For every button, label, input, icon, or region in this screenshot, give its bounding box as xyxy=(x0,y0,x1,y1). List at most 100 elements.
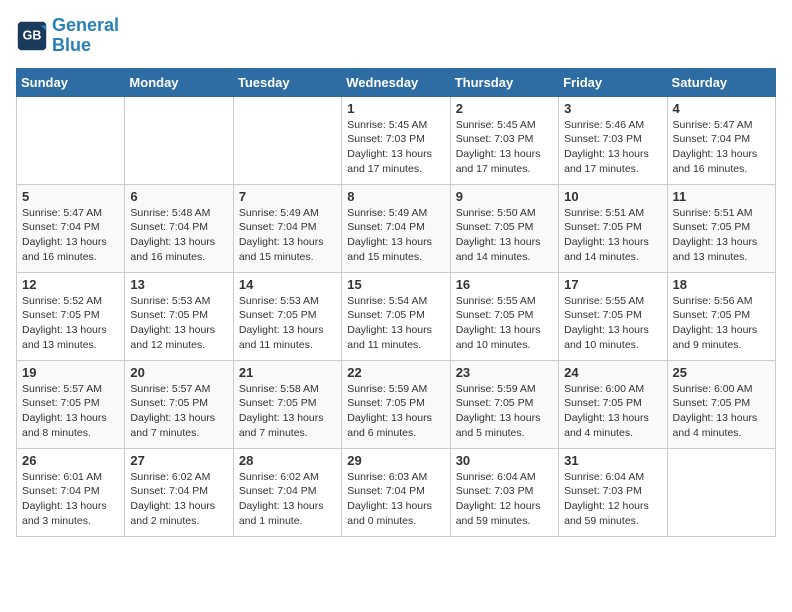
weekday-header: Sunday xyxy=(17,68,125,96)
day-info: Sunrise: 6:01 AMSunset: 7:04 PMDaylight:… xyxy=(22,470,119,529)
calendar-cell: 12 Sunrise: 5:52 AMSunset: 7:05 PMDayligh… xyxy=(17,272,125,360)
day-info: Sunrise: 5:47 AMSunset: 7:04 PMDaylight:… xyxy=(22,206,119,265)
day-number: 7 xyxy=(239,189,336,204)
calendar-cell: 9 Sunrise: 5:50 AMSunset: 7:05 PMDaylight… xyxy=(450,184,558,272)
day-info: Sunrise: 5:59 AMSunset: 7:05 PMDaylight:… xyxy=(456,382,553,441)
day-info: Sunrise: 5:55 AMSunset: 7:05 PMDaylight:… xyxy=(564,294,661,353)
svg-text:GB: GB xyxy=(23,28,42,42)
calendar-cell xyxy=(17,96,125,184)
day-number: 24 xyxy=(564,365,661,380)
day-number: 27 xyxy=(130,453,227,468)
day-number: 5 xyxy=(22,189,119,204)
day-info: Sunrise: 5:51 AMSunset: 7:05 PMDaylight:… xyxy=(673,206,770,265)
day-number: 9 xyxy=(456,189,553,204)
day-number: 6 xyxy=(130,189,227,204)
calendar-cell xyxy=(125,96,233,184)
calendar-cell: 23 Sunrise: 5:59 AMSunset: 7:05 PMDayligh… xyxy=(450,360,558,448)
day-info: Sunrise: 5:50 AMSunset: 7:05 PMDaylight:… xyxy=(456,206,553,265)
day-info: Sunrise: 5:48 AMSunset: 7:04 PMDaylight:… xyxy=(130,206,227,265)
day-info: Sunrise: 5:59 AMSunset: 7:05 PMDaylight:… xyxy=(347,382,444,441)
calendar-cell: 26Sunrise: 6:01 AMSunset: 7:04 PMDayligh… xyxy=(17,448,125,536)
day-number: 29 xyxy=(347,453,444,468)
day-number: 11 xyxy=(673,189,770,204)
calendar-cell: 8 Sunrise: 5:49 AMSunset: 7:04 PMDaylight… xyxy=(342,184,450,272)
calendar-cell: 16 Sunrise: 5:55 AMSunset: 7:05 PMDayligh… xyxy=(450,272,558,360)
day-number: 22 xyxy=(347,365,444,380)
calendar-body: 1 Sunrise: 5:45 AMSunset: 7:03 PMDaylight… xyxy=(17,96,776,536)
day-info: Sunrise: 5:57 AMSunset: 7:05 PMDaylight:… xyxy=(22,382,119,441)
day-info: Sunrise: 5:57 AMSunset: 7:05 PMDaylight:… xyxy=(130,382,227,441)
day-info: Sunrise: 6:00 AMSunset: 7:05 PMDaylight:… xyxy=(673,382,770,441)
day-info: Sunrise: 5:45 AMSunset: 7:03 PMDaylight:… xyxy=(456,118,553,177)
calendar-cell: 17 Sunrise: 5:55 AMSunset: 7:05 PMDayligh… xyxy=(559,272,667,360)
calendar-cell: 25 Sunrise: 6:00 AMSunset: 7:05 PMDayligh… xyxy=(667,360,775,448)
day-info: Sunrise: 5:54 AMSunset: 7:05 PMDaylight:… xyxy=(347,294,444,353)
calendar-cell: 5 Sunrise: 5:47 AMSunset: 7:04 PMDaylight… xyxy=(17,184,125,272)
day-info: Sunrise: 5:46 AMSunset: 7:03 PMDaylight:… xyxy=(564,118,661,177)
day-number: 14 xyxy=(239,277,336,292)
day-number: 2 xyxy=(456,101,553,116)
page-header: GB GeneralBlue xyxy=(16,16,776,56)
day-number: 23 xyxy=(456,365,553,380)
day-number: 31 xyxy=(564,453,661,468)
day-number: 17 xyxy=(564,277,661,292)
calendar-cell: 27 Sunrise: 6:02 AMSunset: 7:04 PMDayligh… xyxy=(125,448,233,536)
day-info: Sunrise: 5:51 AMSunset: 7:05 PMDaylight:… xyxy=(564,206,661,265)
calendar-cell: 22 Sunrise: 5:59 AMSunset: 7:05 PMDayligh… xyxy=(342,360,450,448)
day-info: Sunrise: 6:02 AMSunset: 7:04 PMDaylight:… xyxy=(130,470,227,529)
calendar-cell: 2 Sunrise: 5:45 AMSunset: 7:03 PMDaylight… xyxy=(450,96,558,184)
day-info: Sunrise: 5:56 AMSunset: 7:05 PMDaylight:… xyxy=(673,294,770,353)
calendar-cell: 6 Sunrise: 5:48 AMSunset: 7:04 PMDaylight… xyxy=(125,184,233,272)
calendar-cell: 7 Sunrise: 5:49 AMSunset: 7:04 PMDaylight… xyxy=(233,184,341,272)
calendar-cell: 28 Sunrise: 6:02 AMSunset: 7:04 PMDayligh… xyxy=(233,448,341,536)
day-info: Sunrise: 5:49 AMSunset: 7:04 PMDaylight:… xyxy=(239,206,336,265)
calendar-cell: 3 Sunrise: 5:46 AMSunset: 7:03 PMDaylight… xyxy=(559,96,667,184)
day-info: Sunrise: 5:45 AMSunset: 7:03 PMDaylight:… xyxy=(347,118,444,177)
day-info: Sunrise: 6:02 AMSunset: 7:04 PMDaylight:… xyxy=(239,470,336,529)
day-info: Sunrise: 6:03 AMSunset: 7:04 PMDaylight:… xyxy=(347,470,444,529)
weekday-header: Thursday xyxy=(450,68,558,96)
logo-icon: GB xyxy=(16,20,48,52)
logo-text: GeneralBlue xyxy=(52,16,119,56)
calendar-cell xyxy=(667,448,775,536)
weekday-header: Monday xyxy=(125,68,233,96)
calendar-cell: 15Sunrise: 5:54 AMSunset: 7:05 PMDayligh… xyxy=(342,272,450,360)
calendar-cell: 31 Sunrise: 6:04 AMSunset: 7:03 PMDayligh… xyxy=(559,448,667,536)
weekday-header: Friday xyxy=(559,68,667,96)
day-number: 18 xyxy=(673,277,770,292)
day-info: Sunrise: 5:53 AMSunset: 7:05 PMDaylight:… xyxy=(130,294,227,353)
calendar-cell: 18 Sunrise: 5:56 AMSunset: 7:05 PMDayligh… xyxy=(667,272,775,360)
day-number: 28 xyxy=(239,453,336,468)
day-number: 3 xyxy=(564,101,661,116)
day-number: 10 xyxy=(564,189,661,204)
calendar-cell: 30 Sunrise: 6:04 AMSunset: 7:03 PMDayligh… xyxy=(450,448,558,536)
calendar-cell xyxy=(233,96,341,184)
day-number: 4 xyxy=(673,101,770,116)
day-info: Sunrise: 5:52 AMSunset: 7:05 PMDaylight:… xyxy=(22,294,119,353)
calendar-cell: 29 Sunrise: 6:03 AMSunset: 7:04 PMDayligh… xyxy=(342,448,450,536)
day-info: Sunrise: 5:55 AMSunset: 7:05 PMDaylight:… xyxy=(456,294,553,353)
day-number: 8 xyxy=(347,189,444,204)
day-info: Sunrise: 6:04 AMSunset: 7:03 PMDaylight:… xyxy=(564,470,661,529)
calendar-cell: 21Sunrise: 5:58 AMSunset: 7:05 PMDayligh… xyxy=(233,360,341,448)
day-info: Sunrise: 5:47 AMSunset: 7:04 PMDaylight:… xyxy=(673,118,770,177)
day-number: 12 xyxy=(22,277,119,292)
calendar-table: SundayMondayTuesdayWednesdayThursdayFrid… xyxy=(16,68,776,537)
day-number: 19 xyxy=(22,365,119,380)
calendar-cell: 11 Sunrise: 5:51 AMSunset: 7:05 PMDayligh… xyxy=(667,184,775,272)
calendar-cell: 10 Sunrise: 5:51 AMSunset: 7:05 PMDayligh… xyxy=(559,184,667,272)
calendar-cell: 1 Sunrise: 5:45 AMSunset: 7:03 PMDaylight… xyxy=(342,96,450,184)
calendar-cell: 20 Sunrise: 5:57 AMSunset: 7:05 PMDayligh… xyxy=(125,360,233,448)
day-number: 25 xyxy=(673,365,770,380)
logo: GB GeneralBlue xyxy=(16,16,119,56)
day-number: 20 xyxy=(130,365,227,380)
calendar-cell: 24Sunrise: 6:00 AMSunset: 7:05 PMDayligh… xyxy=(559,360,667,448)
day-number: 16 xyxy=(456,277,553,292)
day-info: Sunrise: 5:49 AMSunset: 7:04 PMDaylight:… xyxy=(347,206,444,265)
day-info: Sunrise: 5:53 AMSunset: 7:05 PMDaylight:… xyxy=(239,294,336,353)
weekday-header: Wednesday xyxy=(342,68,450,96)
day-number: 1 xyxy=(347,101,444,116)
day-number: 30 xyxy=(456,453,553,468)
calendar-cell: 4 Sunrise: 5:47 AMSunset: 7:04 PMDaylight… xyxy=(667,96,775,184)
day-info: Sunrise: 6:04 AMSunset: 7:03 PMDaylight:… xyxy=(456,470,553,529)
